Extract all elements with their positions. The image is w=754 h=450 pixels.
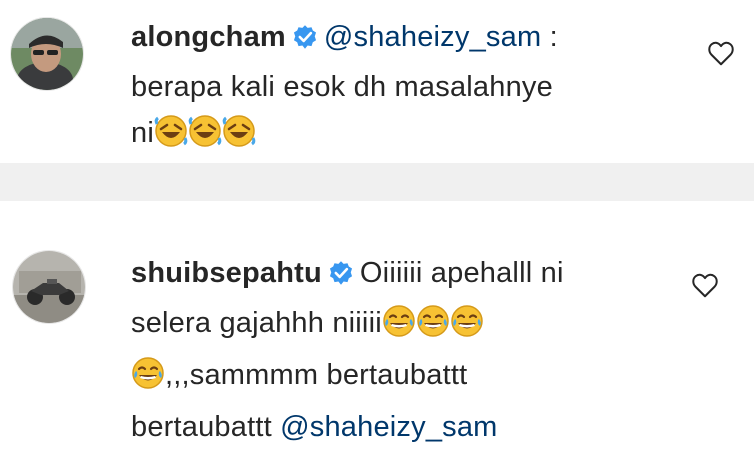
comment-text: shuibsepahtu Oiiiiii apehalll ni selera … bbox=[131, 250, 691, 450]
comment-text-segment: Oiiiiii apehalll ni bbox=[359, 257, 564, 289]
comment-item: shuibsepahtu Oiiiiii apehalll ni selera … bbox=[0, 0, 754, 445]
tears-of-joy-icon bbox=[382, 304, 416, 352]
tears-of-joy-icon bbox=[450, 304, 484, 352]
comment-text-segment: bertaubattt bbox=[131, 411, 281, 443]
username-link[interactable]: shuibsepahtu bbox=[131, 257, 322, 289]
comment-text-segment: selera gajahhh niiiii bbox=[131, 307, 382, 339]
avatar[interactable] bbox=[12, 250, 86, 324]
mention-link[interactable]: @shaheizy_sam bbox=[280, 411, 497, 443]
verified-badge-icon bbox=[328, 254, 354, 300]
like-heart-icon[interactable] bbox=[690, 270, 720, 300]
tears-of-joy-icon bbox=[416, 304, 450, 352]
tears-of-joy-icon bbox=[131, 356, 165, 404]
comment-text-segment: ,,,sammmm bertaubattt bbox=[165, 359, 468, 391]
